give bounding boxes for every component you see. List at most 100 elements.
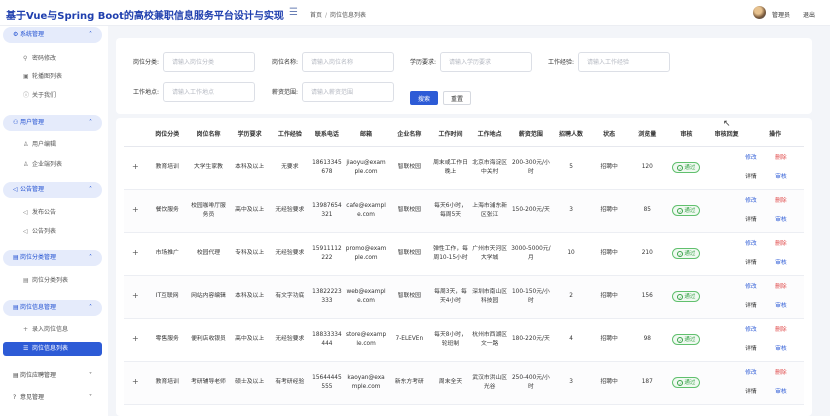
detail-button[interactable]: 详情 xyxy=(745,173,775,182)
gear-icon: ⚙ xyxy=(13,31,19,38)
col-header: 状态 xyxy=(589,122,629,147)
sidebar-group-application[interactable]: ▤岗位应聘管理 ˅ xyxy=(3,368,102,384)
plus-icon[interactable]: + xyxy=(132,334,139,343)
sidebar-item-notice-list[interactable]: ◁ 公告列表 xyxy=(3,225,102,239)
cell-email: store@example.com xyxy=(344,318,388,362)
audit-button[interactable]: 审核 xyxy=(775,388,805,397)
sidebar-group-category[interactable]: ▤岗位分类管理 ˄ xyxy=(3,250,102,266)
chevron-down-icon: ˅ xyxy=(89,372,92,379)
cell-category: 零售服务 xyxy=(146,318,188,362)
cell-phone: 18613345678 xyxy=(309,146,345,190)
cell-time: 每周3天，每天4小时 xyxy=(430,275,471,319)
col-header: 薪资范围 xyxy=(509,122,553,147)
category-input[interactable] xyxy=(163,52,255,72)
cell-edu: 专科及以上 xyxy=(229,232,271,276)
location-label: 工作地点: xyxy=(133,89,160,96)
sidebar-item-job-list[interactable]: ☰ 岗位信息列表 xyxy=(3,342,102,356)
delete-button[interactable]: 删除 xyxy=(775,326,805,335)
edu-input[interactable] xyxy=(440,52,532,72)
sidebar-item-password[interactable]: ⚲ 密码修改 xyxy=(3,52,102,66)
detail-button[interactable]: 详情 xyxy=(745,345,775,354)
expand-toggle[interactable]: + xyxy=(124,275,147,319)
sidebar-item-carousel[interactable]: ▣ 轮播图列表 xyxy=(3,70,102,84)
plus-icon[interactable]: + xyxy=(132,377,139,386)
delete-button[interactable]: 删除 xyxy=(775,240,805,249)
expand-toggle[interactable]: + xyxy=(124,361,147,405)
audit-button[interactable]: 审核 xyxy=(775,216,805,225)
salary-input[interactable] xyxy=(302,82,394,102)
delete-button[interactable]: 删除 xyxy=(775,154,805,163)
cell-exp: 无经验要求 xyxy=(270,189,310,233)
sidebar-item-about[interactable]: ⓘ 关于我们 xyxy=(3,89,102,103)
cell-company: 7-ELEVEn xyxy=(387,318,431,362)
search-button[interactable]: 搜索 xyxy=(410,91,438,105)
edit-button[interactable]: 修改 xyxy=(745,369,775,378)
edit-button[interactable]: 修改 xyxy=(745,283,775,292)
check-circle-icon: ✓ xyxy=(677,250,684,257)
col-header: 岗位名称 xyxy=(187,122,230,147)
col-header: 联系电话 xyxy=(309,122,345,147)
audit-button[interactable]: 审核 xyxy=(775,345,805,354)
cell-count: 3 xyxy=(552,361,590,405)
cell-location: 北京市海淀区中关村 xyxy=(470,146,510,190)
sidebar-item-publish-notice[interactable]: ◁ 发布公告 xyxy=(3,206,102,220)
avatar[interactable] xyxy=(753,6,766,19)
name-input[interactable] xyxy=(302,52,394,72)
delete-button[interactable]: 删除 xyxy=(775,369,805,378)
menu-toggle-icon[interactable]: ☰ xyxy=(289,8,300,18)
sidebar-group-job-info[interactable]: ▤岗位信息管理 ˄ xyxy=(3,300,102,316)
delete-button[interactable]: 删除 xyxy=(775,283,805,292)
sidebar-item-user-edit[interactable]: ♙ 用户编辑 xyxy=(3,138,102,152)
col-header: 工作时间 xyxy=(430,122,471,147)
delete-button[interactable]: 删除 xyxy=(775,197,805,206)
col-header: 岗位分类 xyxy=(146,122,188,147)
check-circle-icon: ✓ xyxy=(677,293,684,300)
cell-category: 餐饮服务 xyxy=(146,189,188,233)
table-row: + 教育培训 考研辅导老师 硕士及以上 有考研经验 15644445555 kaoyan@e… xyxy=(124,361,805,405)
status-badge: ✓ 通过 xyxy=(672,162,701,173)
breadcrumb-home[interactable]: 首页 xyxy=(310,12,322,19)
cell-reply xyxy=(707,361,747,405)
cell-audit: ✓ 通过 xyxy=(665,189,707,233)
cell-exp: 无要求 xyxy=(270,146,310,190)
detail-button[interactable]: 详情 xyxy=(745,259,775,268)
sidebar-group-system[interactable]: ⚙ 系统管理 ˄ xyxy=(3,27,102,43)
col-header: 企业名称 xyxy=(387,122,431,147)
expand-toggle[interactable]: + xyxy=(124,232,147,276)
location-input[interactable] xyxy=(163,82,255,102)
expand-toggle[interactable]: + xyxy=(124,146,147,190)
edit-button[interactable]: 修改 xyxy=(745,240,775,249)
plus-icon[interactable]: + xyxy=(132,291,139,300)
sidebar-item-company-list[interactable]: ♙ 企业端列表 xyxy=(3,158,102,172)
audit-button[interactable]: 审核 xyxy=(775,173,805,182)
edit-button[interactable]: 修改 xyxy=(745,197,775,206)
expand-toggle[interactable]: + xyxy=(124,318,147,362)
detail-button[interactable]: 详情 xyxy=(745,216,775,225)
sidebar-item-category-list[interactable]: ▤ 岗位分类列表 xyxy=(3,274,102,288)
audit-button[interactable]: 审核 xyxy=(775,259,805,268)
cell-exp: 有考研经验 xyxy=(270,361,310,405)
sidebar-group-notice[interactable]: ◁ 公告管理 ˄ xyxy=(3,182,102,198)
audit-button[interactable]: 审核 xyxy=(775,302,805,311)
exp-input[interactable] xyxy=(578,52,670,72)
col-header: 招聘人数 xyxy=(552,122,590,147)
cell-views: 85 xyxy=(628,189,666,233)
document-icon: ▤ xyxy=(13,304,19,311)
plus-icon[interactable]: + xyxy=(132,162,139,171)
plus-icon: + xyxy=(23,326,29,333)
sidebar-group-feedback[interactable]: ? 意见管理 ˅ xyxy=(3,390,102,406)
expand-toggle[interactable]: + xyxy=(124,189,147,233)
reset-button[interactable]: 重置 xyxy=(443,91,471,105)
plus-icon[interactable]: + xyxy=(132,248,139,257)
detail-button[interactable]: 详情 xyxy=(745,388,775,397)
sidebar-group-users[interactable]: ⚇ 用户管理 ˄ xyxy=(3,115,102,131)
plus-icon[interactable]: + xyxy=(132,205,139,214)
cell-salary: 3000-5000元/月 xyxy=(509,232,553,276)
logout-link[interactable]: 退出 xyxy=(803,10,815,19)
edit-button[interactable]: 修改 xyxy=(745,326,775,335)
sidebar-item-add-job[interactable]: + 录入岗位信息 xyxy=(3,323,102,337)
cell-reply xyxy=(707,275,747,319)
status-badge: ✓ 通过 xyxy=(672,248,701,259)
detail-button[interactable]: 详情 xyxy=(745,302,775,311)
edit-button[interactable]: 修改 xyxy=(745,154,775,163)
